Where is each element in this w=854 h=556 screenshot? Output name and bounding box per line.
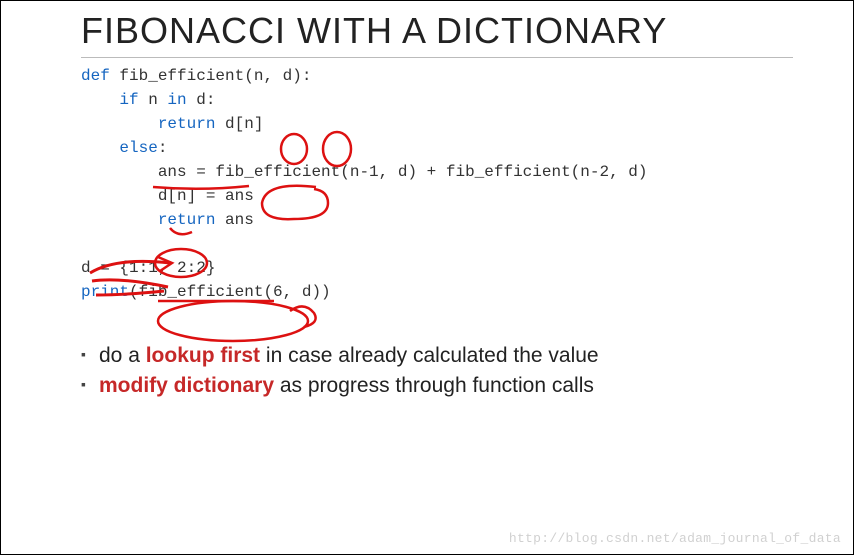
- kw-print: print: [81, 283, 129, 301]
- cond-n: n: [148, 91, 167, 109]
- ans-lhs: ans: [81, 163, 196, 181]
- bullet-2: modify dictionary as progress through fu…: [81, 374, 793, 398]
- bullet-1-pre: do a: [99, 344, 146, 367]
- code-block: def fib_efficient(n, d): if n in d: retu…: [81, 64, 793, 304]
- ans-rhs: = fib_efficient(n-1, d) + fib_efficient(…: [196, 163, 647, 181]
- arg-d: d: [283, 67, 293, 85]
- kw-else: else: [81, 139, 158, 157]
- else-colon: :: [158, 139, 168, 157]
- bullet-2-post: as progress through function calls: [274, 374, 594, 397]
- arg-n: n: [254, 67, 264, 85]
- kw-return-2: return: [81, 211, 225, 229]
- indent-if: if: [81, 91, 148, 109]
- bullet-1: do a lookup first in case already calcul…: [81, 344, 793, 368]
- bullet-list: do a lookup first in case already calcul…: [81, 344, 793, 398]
- kw-def: def: [81, 67, 110, 85]
- paren-close: ):: [292, 67, 311, 85]
- dn-lhs: d[n]: [81, 187, 206, 205]
- bullet-1-em: lookup first: [146, 344, 260, 367]
- fn-name: fib_efficient: [110, 67, 244, 85]
- bullet-1-post: in case already calculated the value: [260, 344, 599, 367]
- dn-rhs: = ans: [206, 187, 254, 205]
- slide-title: FIBONACCI WITH A DICTIONARY: [81, 11, 793, 51]
- kw-return-1: return: [81, 115, 225, 133]
- print-args: (fib_efficient(6, d)): [129, 283, 331, 301]
- watermark-text: http://blog.csdn.net/adam_journal_of_dat…: [509, 531, 841, 546]
- paren-open: (: [244, 67, 254, 85]
- expr-dn: d[n]: [225, 115, 263, 133]
- kw-in: in: [167, 91, 186, 109]
- title-rule: [81, 57, 793, 58]
- comma: ,: [263, 67, 282, 85]
- dict-init: d = {1:1, 2:2}: [81, 259, 215, 277]
- cond-d: d:: [187, 91, 216, 109]
- return-ans: ans: [225, 211, 254, 229]
- bullet-2-em: modify dictionary: [99, 374, 274, 397]
